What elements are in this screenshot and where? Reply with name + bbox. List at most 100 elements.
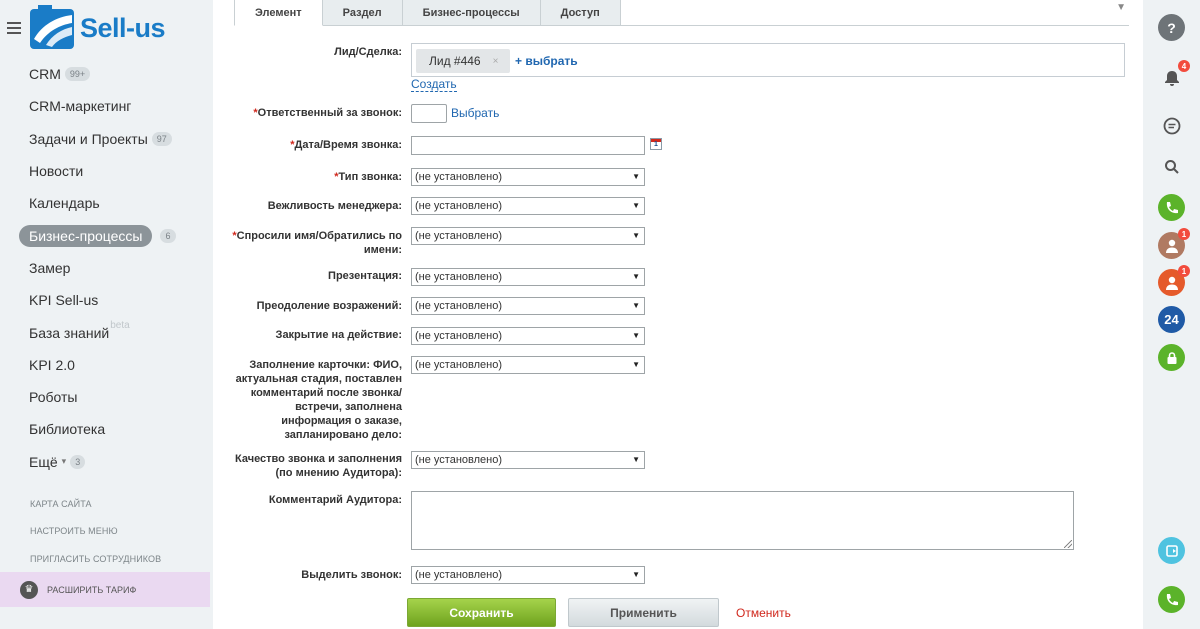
menu-item-label: База знаний (29, 324, 110, 341)
asked-name-label-text: Спросили имя/Обратились по имени: (236, 230, 402, 256)
menu-item-news[interactable]: Новости (0, 155, 212, 187)
logo[interactable]: Sell-us (28, 4, 166, 52)
menu-item-robots[interactable]: Роботы (0, 381, 212, 413)
asked-name-select[interactable]: (не установлено) ▼ (411, 227, 645, 245)
menu-item-measure[interactable]: Замер (0, 252, 212, 284)
call-type-select[interactable]: (не установлено) ▼ (411, 168, 645, 186)
quality-select[interactable]: (не установлено) ▼ (411, 451, 645, 469)
choose-lead-link[interactable]: + выбрать (515, 54, 578, 68)
invite-employees-link[interactable]: ПРИГЛАСИТЬ СОТРУДНИКОВ (0, 545, 212, 573)
card-filling-label: Заполнение карточки: ФИО, актуальная ста… (235, 359, 402, 441)
menu-toggle-icon[interactable] (7, 22, 21, 34)
menu-item-crm[interactable]: CRM 99+ (0, 58, 212, 90)
save-button[interactable]: Сохранить (407, 598, 556, 627)
resize-grip-icon[interactable] (1064, 540, 1072, 548)
calendar-icon[interactable] (650, 138, 662, 150)
tab-access[interactable]: Доступ (540, 0, 621, 26)
bell-icon (1164, 70, 1179, 86)
logo-mark-icon (30, 5, 74, 49)
quality-label: Качество звонка и заполнения (по мнению … (235, 453, 402, 479)
menu-item-label: CRM-маркетинг (29, 98, 132, 115)
card-filling-select[interactable]: (не установлено) ▼ (411, 356, 645, 374)
contact-center-icon[interactable] (1158, 537, 1185, 564)
select-value: (не установлено) (415, 230, 502, 242)
lead-selector[interactable]: Лид #446 × + выбрать (411, 43, 1125, 77)
responsible-input[interactable] (411, 104, 447, 123)
menu-item-kpi-sellus[interactable]: KPI Sell-us (0, 284, 212, 316)
lead-label: Лид/Сделка: (334, 46, 402, 58)
objections-select[interactable]: (не установлено) ▼ (411, 297, 645, 315)
menu-item-knowledge-base[interactable]: База знаний beta (0, 316, 212, 348)
tab-business-processes[interactable]: Бизнес-процессы (402, 0, 541, 26)
select-value: (не установлено) (415, 300, 502, 312)
highlight-call-select[interactable]: (не установлено) ▼ (411, 566, 645, 584)
phone-handset-icon (1166, 201, 1178, 213)
auditor-comment-textarea[interactable] (411, 491, 1074, 550)
menu-item-library[interactable]: Библиотека (0, 413, 212, 445)
avatar-badge: 1 (1178, 265, 1190, 277)
select-responsible-link[interactable]: Выбрать (451, 106, 499, 120)
apply-button[interactable]: Применить (568, 598, 719, 627)
avatar-badge: 1 (1178, 228, 1190, 240)
lead-chip[interactable]: Лид #446 × (416, 49, 511, 73)
caret-down-icon: ▼ (632, 331, 640, 340)
politeness-select[interactable]: (не установлено) ▼ (411, 197, 645, 215)
menu-item-label: Календарь (29, 195, 100, 212)
select-value: (не установлено) (415, 454, 502, 466)
bitrix24-icon[interactable]: 24 (1158, 306, 1185, 333)
menu-item-more[interactable]: Ещё ▾ 3 (0, 446, 212, 478)
menu-item-tasks[interactable]: Задачи и Проекты 97 (0, 123, 212, 155)
left-sidebar: Sell-us CRM 99+ CRM-маркетинг Задачи и Пр… (0, 0, 212, 629)
caret-down-icon: ▼ (632, 360, 640, 369)
select-value: (не установлено) (415, 171, 502, 183)
magnifier-icon (1164, 159, 1179, 174)
logo-text: Sell-us (80, 12, 166, 43)
site-map-link[interactable]: КАРТА САЙТА (0, 490, 212, 518)
lock-icon[interactable] (1158, 344, 1185, 371)
menu-item-label: Ещё (29, 453, 58, 470)
cancel-link[interactable]: Отменить (736, 606, 791, 620)
menu-item-business-processes[interactable]: Бизнес-процессы 6 (0, 219, 212, 251)
menu-item-calendar[interactable]: Календарь (0, 187, 212, 219)
tab-section[interactable]: Раздел (322, 0, 403, 26)
lead-chip-label: Лид #446 (429, 54, 481, 68)
upgrade-plan-button[interactable]: ♛ РАСШИРИТЬ ТАРИФ (0, 572, 210, 607)
menu-item-label: KPI 2.0 (29, 356, 75, 373)
notifications-badge: 4 (1178, 60, 1190, 72)
tab-element[interactable]: Элемент (234, 0, 323, 26)
responsible-label: *Ответственный за звонок: (253, 106, 402, 120)
select-value: (не установлено) (415, 330, 502, 342)
user-avatar-icon[interactable]: 1 (1158, 228, 1190, 259)
menu-item-label: Новости (29, 163, 84, 180)
menu-item-label: KPI Sell-us (29, 292, 99, 309)
auditor-comment-label: Комментарий Аудитора: (268, 494, 402, 506)
configure-menu-link[interactable]: НАСТРОИТЬ МЕНЮ (0, 518, 212, 546)
create-lead-link[interactable]: Создать (411, 78, 457, 92)
user-avatar-icon[interactable]: 1 (1158, 265, 1190, 296)
upgrade-label: РАСШИРИТЬ ТАРИФ (47, 584, 137, 595)
menu-item-label: Роботы (29, 389, 78, 406)
caret-down-icon: ▼ (632, 172, 640, 181)
responsible-label-text: Ответственный за звонок: (257, 107, 402, 119)
contact-card-icon (1165, 544, 1178, 557)
datetime-input[interactable] (411, 136, 645, 155)
presentation-select[interactable]: (не установлено) ▼ (411, 268, 645, 286)
chat-icon[interactable] (1158, 112, 1185, 139)
person-icon (1165, 276, 1178, 290)
menu-item-kpi-2[interactable]: KPI 2.0 (0, 349, 212, 381)
menu-item-crm-marketing[interactable]: CRM-маркетинг (0, 90, 212, 122)
call-type-label-text: Тип звонка: (338, 171, 403, 183)
phone-icon[interactable] (1158, 586, 1185, 613)
notifications-icon[interactable]: 4 (1158, 60, 1190, 91)
closing-select[interactable]: (не установлено) ▼ (411, 327, 645, 345)
phone-icon[interactable] (1158, 194, 1185, 221)
highlight-call-label: Выделить звонок: (301, 569, 402, 581)
search-icon[interactable] (1158, 153, 1185, 180)
help-icon[interactable]: ? (1158, 14, 1185, 41)
crown-icon: ♛ (20, 580, 38, 599)
remove-icon[interactable]: × (493, 56, 499, 67)
counter-badge: 97 (151, 131, 172, 146)
presentation-label: Презентация: (328, 270, 402, 282)
tabs-menu-caret-icon[interactable]: ▼ (1116, 2, 1126, 13)
caret-down-icon: ▼ (632, 570, 640, 579)
